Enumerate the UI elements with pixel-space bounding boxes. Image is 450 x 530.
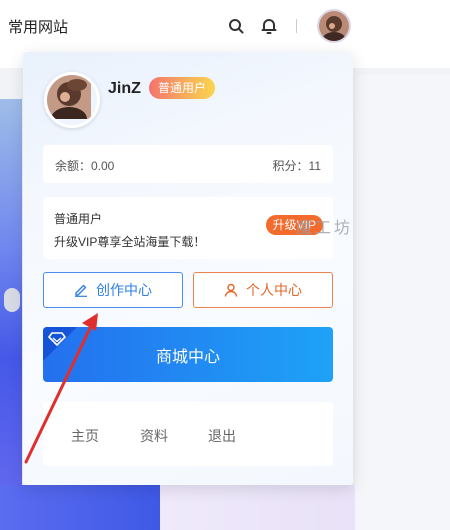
background-banner xyxy=(0,99,22,530)
personal-center-button[interactable]: 个人中心 xyxy=(193,272,333,308)
balance-card: 余额：0.00 积分：11 xyxy=(43,145,333,183)
vip-description: 升级VIP尊享全站海量下载！ xyxy=(54,235,206,249)
balance-text: 余额：0.00 xyxy=(55,159,115,173)
mall-center-button[interactable]: 商城中心 xyxy=(43,327,333,382)
nav-logout-link[interactable]: 退出 xyxy=(208,426,236,446)
mall-center-label: 商城中心 xyxy=(155,348,220,366)
user-avatar[interactable] xyxy=(44,72,100,128)
vip-title: 普通用户 xyxy=(54,212,103,226)
nav-profile-link[interactable]: 资料 xyxy=(140,426,168,446)
create-center-label: 创作中心 xyxy=(96,282,152,298)
nav-home-link[interactable]: 主页 xyxy=(71,426,99,446)
create-center-button[interactable]: 创作中心 xyxy=(43,272,183,308)
top-navbar: 常用网站 xyxy=(0,0,450,52)
divider xyxy=(296,19,297,33)
points-text: 积分：11 xyxy=(272,159,321,173)
user-icon xyxy=(224,283,238,297)
watermark: 魔工坊 xyxy=(296,220,354,237)
user-dropdown-panel: JinZ 普通用户 余额：0.00 积分：11 普通用户 升级VIP尊享全站海量… xyxy=(23,52,353,485)
bottom-nav-card: 主页 资料 退出 xyxy=(43,402,333,466)
pencil-icon xyxy=(75,284,87,297)
avatar[interactable] xyxy=(317,9,351,43)
user-level-badge: 普通用户 xyxy=(149,77,216,99)
background-purple-card xyxy=(160,485,355,530)
background-slider-handle xyxy=(4,288,20,312)
background-banner-bottom xyxy=(0,485,160,530)
vip-card: 普通用户 升级VIP尊享全站海量下载！ 升级VIP xyxy=(43,197,333,259)
background-card xyxy=(355,75,450,530)
bell-icon[interactable] xyxy=(261,17,277,35)
site-title[interactable]: 常用网站 xyxy=(8,16,68,37)
username: JinZ xyxy=(108,80,141,97)
diamond-icon xyxy=(48,332,66,346)
personal-center-label: 个人中心 xyxy=(246,282,302,298)
search-icon[interactable] xyxy=(228,18,244,34)
